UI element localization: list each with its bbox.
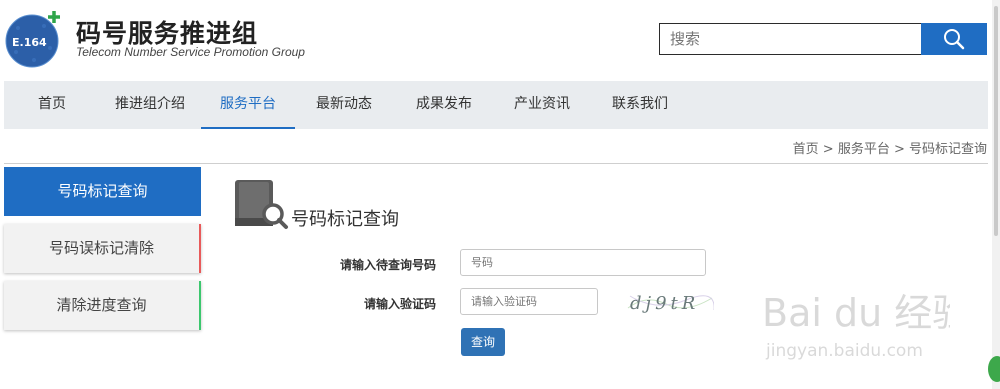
search-button[interactable] <box>921 23 987 55</box>
nav-item-about[interactable]: 推进组介绍 <box>100 81 200 129</box>
floating-badge-icon[interactable] <box>988 356 1000 382</box>
scrollbar-thumb[interactable] <box>994 6 998 236</box>
phone-input[interactable] <box>460 249 706 276</box>
nav-item-services[interactable]: 服务平台 <box>201 81 295 129</box>
search-icon <box>944 29 965 50</box>
nav-item-news[interactable]: 最新动态 <box>304 81 384 129</box>
breadcrumb: 首页 > 服务平台 > 号码标记查询 <box>792 142 987 157</box>
nav-item-industry[interactable]: 产业资讯 <box>502 81 582 129</box>
sidebar-item-progress-query[interactable]: 清除进度查询 <box>4 281 201 330</box>
query-button[interactable]: 查询 <box>461 328 505 356</box>
code-label: 请输入验证码 <box>363 297 436 311</box>
watermark-url: jingyan.baidu.com <box>765 341 923 361</box>
site-subtitle: Telecom Number Service Promotion Group <box>76 45 305 59</box>
search-input[interactable] <box>659 23 921 55</box>
nav-item-results[interactable]: 成果发布 <box>404 81 484 129</box>
main-nav: 首页 推进组介绍 服务平台 最新动态 成果发布 产业资讯 联系我们 <box>4 81 988 129</box>
page-title: 号码标记查询 <box>291 209 399 230</box>
phone-label: 请输入待查询号码 <box>339 258 436 272</box>
nav-item-contact[interactable]: 联系我们 <box>600 81 680 129</box>
captcha-image[interactable]: dj9tR <box>626 286 714 316</box>
watermark-text: Bai du 经验 <box>762 291 950 335</box>
baidu-watermark: Bai du 经验 jingyan.baidu.com <box>762 291 950 361</box>
logo: E.164 <box>5 11 60 68</box>
book-search-icon <box>235 180 288 229</box>
sidebar-item-mislabel-clear[interactable]: 号码误标记清除 <box>4 224 201 273</box>
captcha-input[interactable] <box>460 288 598 315</box>
search-box <box>659 23 987 55</box>
divider <box>4 163 988 164</box>
nav-item-home[interactable]: 首页 <box>22 81 82 129</box>
captcha-text: dj9tR <box>630 293 699 314</box>
sidebar-item-number-query[interactable]: 号码标记查询 <box>4 167 201 216</box>
logo-text: E.164 <box>12 36 47 49</box>
